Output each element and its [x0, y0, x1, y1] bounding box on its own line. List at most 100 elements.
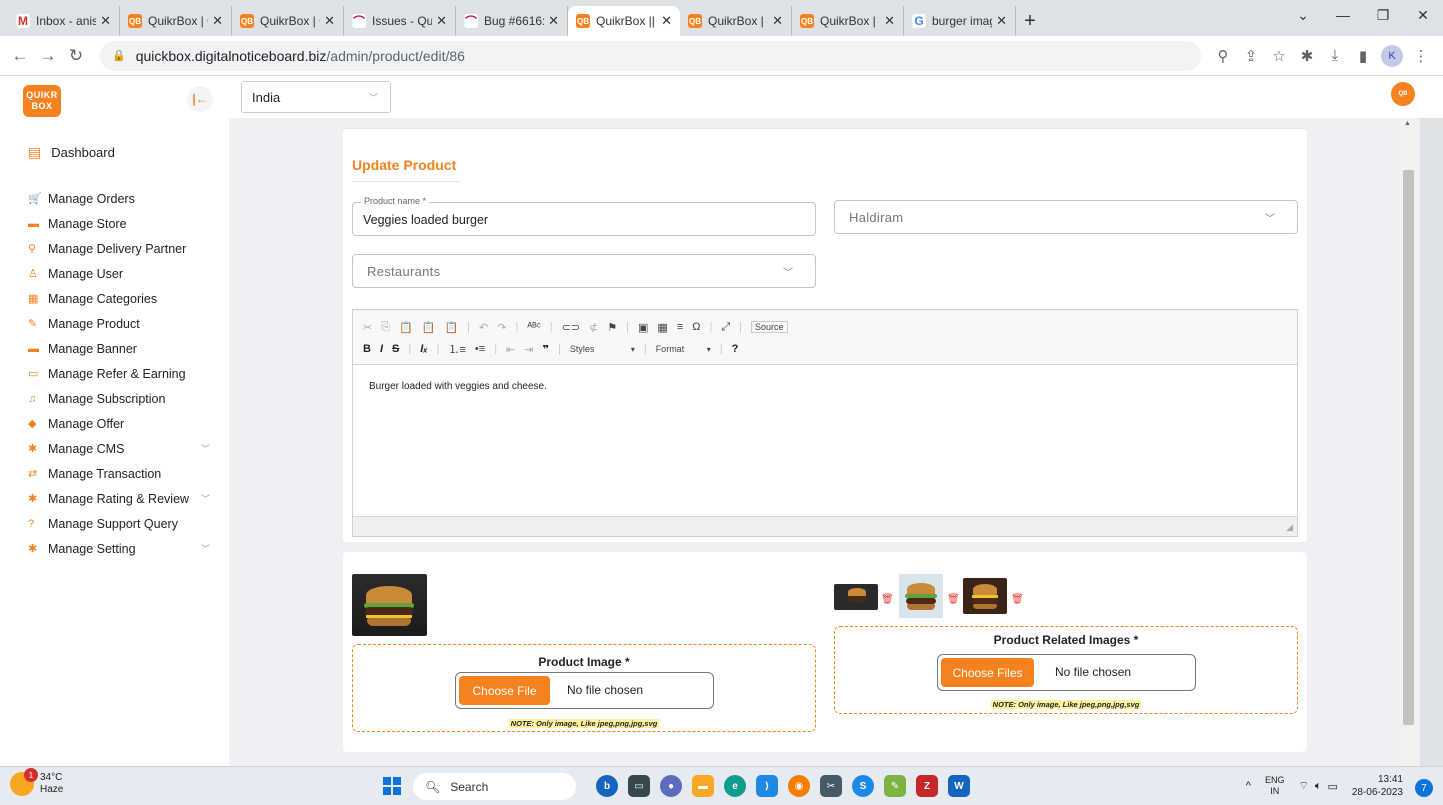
sidebar-item[interactable]: ▬ Manage Banner	[28, 336, 218, 361]
unlink-icon[interactable]: ⊄	[589, 321, 598, 334]
share-icon[interactable]: ⇪	[1237, 47, 1265, 65]
delete-related-image-3[interactable]: 🗑	[1011, 594, 1024, 605]
table-icon[interactable]: ▦	[657, 321, 667, 334]
profile-avatar[interactable]: K	[1381, 44, 1403, 67]
help-icon[interactable]: ?	[732, 343, 739, 355]
browser-tab[interactable]: ⌒ Issues - Quikr✕	[344, 6, 456, 36]
extensions-icon[interactable]: ✱	[1293, 47, 1321, 65]
choose-file-button[interactable]: Choose File	[459, 676, 550, 705]
snipping-tool-icon[interactable]: ✂	[820, 775, 842, 797]
browser-tab[interactable]: QB QuikrBox | List ✕	[792, 6, 904, 36]
sidebar-item[interactable]: ◆ Manage Offer	[28, 411, 218, 436]
sidebar-collapse-button[interactable]: |←	[187, 86, 213, 112]
browser-tab[interactable]: QB QuikrBox | Ord ✕	[120, 6, 232, 36]
battery-icon[interactable]: ▭	[1327, 780, 1337, 793]
editor-content[interactable]: Burger loaded with veggies and cheese.	[353, 365, 1297, 515]
sidebar-item[interactable]: ✎ Manage Product	[28, 311, 218, 336]
delete-related-image-2[interactable]: 🗑	[947, 594, 960, 605]
clock[interactable]: 13:41 28-06-2023	[1352, 773, 1403, 799]
strikethrough-icon[interactable]: S	[392, 343, 399, 355]
product-image-file-input[interactable]: Choose File No file chosen	[455, 672, 714, 709]
vscode-icon[interactable]: ⟩	[756, 775, 778, 797]
skype-icon[interactable]: S	[852, 775, 874, 797]
sidebar-item[interactable]: ♙ Manage User	[28, 261, 218, 286]
sidebar-item-dashboard[interactable]: ▤ Dashboard	[28, 144, 115, 161]
sidebar-item[interactable]: ? Manage Support Query	[28, 511, 218, 536]
browser-menu-icon[interactable]: ⋮	[1407, 47, 1435, 65]
notification-badge[interactable]: 7	[1415, 779, 1433, 797]
sidebar-item[interactable]: ✱ Manage CMS ﹀	[28, 436, 218, 461]
task-view-icon[interactable]: ▭	[628, 775, 650, 797]
zoom-icon[interactable]: ⚲	[1209, 47, 1237, 65]
sidebar-item[interactable]: ⚲ Manage Delivery Partner	[28, 236, 218, 261]
sidebar-item[interactable]: ▦ Manage Categories	[28, 286, 218, 311]
tray-overflow-icon[interactable]: ^	[1246, 780, 1251, 792]
category-select[interactable]: Restaurants ﹀	[352, 254, 816, 288]
special-char-icon[interactable]: Ω	[692, 321, 700, 333]
close-tab-icon[interactable]: ✕	[884, 13, 895, 29]
bold-icon[interactable]: B	[363, 343, 371, 355]
delete-related-image-1[interactable]: 🗑	[881, 594, 894, 605]
language-indicator[interactable]: ENG IN	[1265, 775, 1285, 797]
sidebar-item[interactable]: ▭ Manage Refer & Earning	[28, 361, 218, 386]
minimize-button[interactable]: —	[1323, 0, 1363, 30]
maximize-icon[interactable]: ⤢	[721, 321, 730, 334]
related-images-dropzone[interactable]: Product Related Images * Choose Files No…	[834, 626, 1298, 714]
resize-handle-icon[interactable]: ◢	[1286, 522, 1293, 533]
close-tab-icon[interactable]: ✕	[212, 13, 223, 29]
taskbar-search[interactable]: 🔍︎ Search	[413, 773, 576, 800]
close-tab-icon[interactable]: ✕	[772, 13, 783, 29]
chat-icon[interactable]: ●	[660, 775, 682, 797]
browser-tab[interactable]: QB QuikrBox || Pro ✕	[568, 6, 680, 36]
related-images-file-input[interactable]: Choose Files No file chosen	[937, 654, 1196, 691]
filezilla-icon[interactable]: Z	[916, 775, 938, 797]
product-name-field[interactable]: Product name * Veggies loaded burger	[352, 196, 816, 236]
new-tab-button[interactable]: +	[1016, 6, 1044, 36]
sidebar-item[interactable]: ⇄ Manage Transaction	[28, 461, 218, 486]
indent-icon[interactable]: ⇥	[524, 343, 533, 356]
browser-tab[interactable]: QB QuikrBox | CM ✕	[232, 6, 344, 36]
browser-tab[interactable]: ⌒ Bug #6616: Af✕	[456, 6, 568, 36]
copy-icon[interactable]: ⎘	[381, 321, 390, 334]
wifi-icon[interactable]: ⌔	[1298, 779, 1308, 793]
brand-select[interactable]: Haldiram ﹀	[834, 200, 1298, 234]
cut-icon[interactable]: ✂	[363, 321, 372, 334]
format-dropdown[interactable]: Format	[656, 344, 698, 354]
weather-widget[interactable]: 1 34°C Haze	[10, 768, 63, 796]
sidebar-item[interactable]: ✱ Manage Rating & Review ﹀	[28, 486, 218, 511]
scrollbar-thumb[interactable]	[1403, 170, 1414, 725]
browser-tab[interactable]: M Inbox - anisha✕	[8, 6, 120, 36]
sidebar-item[interactable]: ▬ Manage Store	[28, 211, 218, 236]
browser-tab[interactable]: Gburger images ✕	[904, 6, 1016, 36]
sidebar-item[interactable]: ♫ Manage Subscription	[28, 386, 218, 411]
sidebar-item[interactable]: 🛒 Manage Orders	[28, 186, 218, 211]
country-select[interactable]: India ﹀	[241, 81, 391, 113]
close-tab-icon[interactable]: ✕	[324, 13, 335, 29]
paste-icon[interactable]: 📋	[399, 321, 413, 334]
choose-files-button[interactable]: Choose Files	[941, 658, 1034, 687]
sticky-app-icon[interactable]: ✎	[884, 775, 906, 797]
user-avatar[interactable]: QB	[1391, 82, 1415, 106]
link-icon[interactable]: ⊂⊃	[562, 321, 580, 334]
close-tab-icon[interactable]: ✕	[996, 13, 1007, 29]
close-tab-icon[interactable]: ✕	[661, 13, 672, 29]
windows-start-icon[interactable]	[383, 777, 401, 795]
word-icon[interactable]: W	[948, 775, 970, 797]
bookmark-star-icon[interactable]: ☆	[1265, 47, 1293, 65]
blockquote-icon[interactable]: ❞	[542, 343, 548, 356]
bullet-list-icon[interactable]: •≡	[475, 343, 485, 355]
paste-text-icon[interactable]: 📋	[422, 321, 436, 334]
browser-tab[interactable]: QB QuikrBox | Sto ✕	[680, 6, 792, 36]
restore-button[interactable]: ❐	[1363, 0, 1403, 30]
styles-dropdown[interactable]: Styles	[570, 344, 622, 354]
redo-icon[interactable]: ↷	[497, 321, 506, 334]
reload-button[interactable]: ↻	[62, 46, 90, 66]
page-scrollbar[interactable]: ▲ ▼	[1397, 118, 1420, 805]
paste-word-icon[interactable]: 📋	[444, 321, 458, 334]
close-tab-icon[interactable]: ✕	[548, 13, 559, 29]
file-explorer-icon[interactable]: ▬	[692, 775, 714, 797]
outdent-icon[interactable]: ⇤	[506, 343, 515, 356]
tab-search-icon[interactable]: ⌄	[1283, 0, 1323, 30]
edge-icon[interactable]: e	[724, 775, 746, 797]
scroll-up-icon[interactable]: ▲	[1404, 120, 1411, 127]
